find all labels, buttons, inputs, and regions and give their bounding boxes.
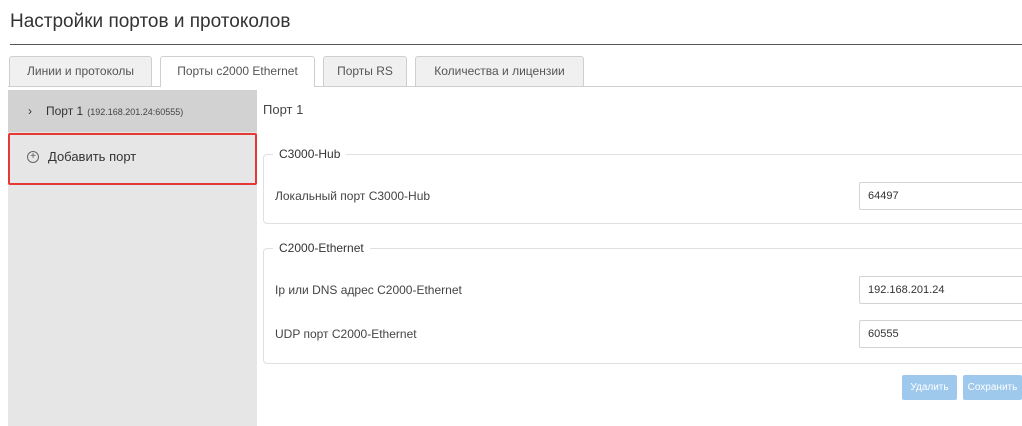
port-form-title: Порт 1 bbox=[263, 102, 304, 117]
udp-port-label: UDP порт С2000-Ethernet bbox=[275, 327, 417, 341]
c2000-ethernet-legend: С2000-Ethernet bbox=[273, 241, 370, 255]
c2000-ethernet-section: С2000-Ethernet Ip или DNS адрес С2000-Et… bbox=[263, 241, 1022, 364]
tab-quantities-licenses[interactable]: Количества и лицензии bbox=[415, 56, 584, 86]
page-title: Настройки портов и протоколов bbox=[10, 11, 291, 32]
c3000-hub-legend: C3000-Hub bbox=[273, 147, 347, 161]
tab-rs-ports[interactable]: Порты RS bbox=[323, 56, 407, 86]
sidebar-item-port-1[interactable]: › Порт 1 (192.168.201.24:60555) bbox=[8, 90, 257, 132]
ip-address-input[interactable]: 192.168.201.24 bbox=[859, 276, 1022, 304]
title-divider bbox=[10, 44, 1022, 45]
c3000-hub-section: C3000-Hub Локальный порт С3000-Hub 64497 bbox=[263, 147, 1022, 224]
local-port-input[interactable]: 64497 bbox=[859, 182, 1022, 210]
port-address: (192.168.201.24:60555) bbox=[87, 107, 184, 117]
delete-button[interactable]: Удалить bbox=[902, 375, 957, 400]
tab-lines-protocols[interactable]: Линии и протоколы bbox=[9, 56, 152, 86]
save-button[interactable]: Сохранить bbox=[963, 375, 1022, 400]
add-port-button[interactable]: + Добавить порт bbox=[8, 134, 257, 182]
local-port-label: Локальный порт С3000-Hub bbox=[275, 189, 431, 203]
ip-address-label: Ip или DNS адрес С2000-Ethernet bbox=[275, 283, 462, 297]
chevron-right-icon: › bbox=[28, 104, 32, 118]
tab-c2000-ethernet-ports[interactable]: Порты с2000 Ethernet bbox=[160, 56, 315, 87]
tab-bar: Линии и протоколы Порты с2000 Ethernet П… bbox=[8, 56, 1022, 87]
add-port-label: Добавить порт bbox=[48, 149, 137, 164]
port-label: Порт 1 bbox=[46, 104, 84, 118]
ports-sidebar: › Порт 1 (192.168.201.24:60555) + Добавит… bbox=[8, 90, 257, 426]
udp-port-input[interactable]: 60555 bbox=[859, 320, 1022, 348]
plus-circle-icon: + bbox=[27, 151, 39, 163]
